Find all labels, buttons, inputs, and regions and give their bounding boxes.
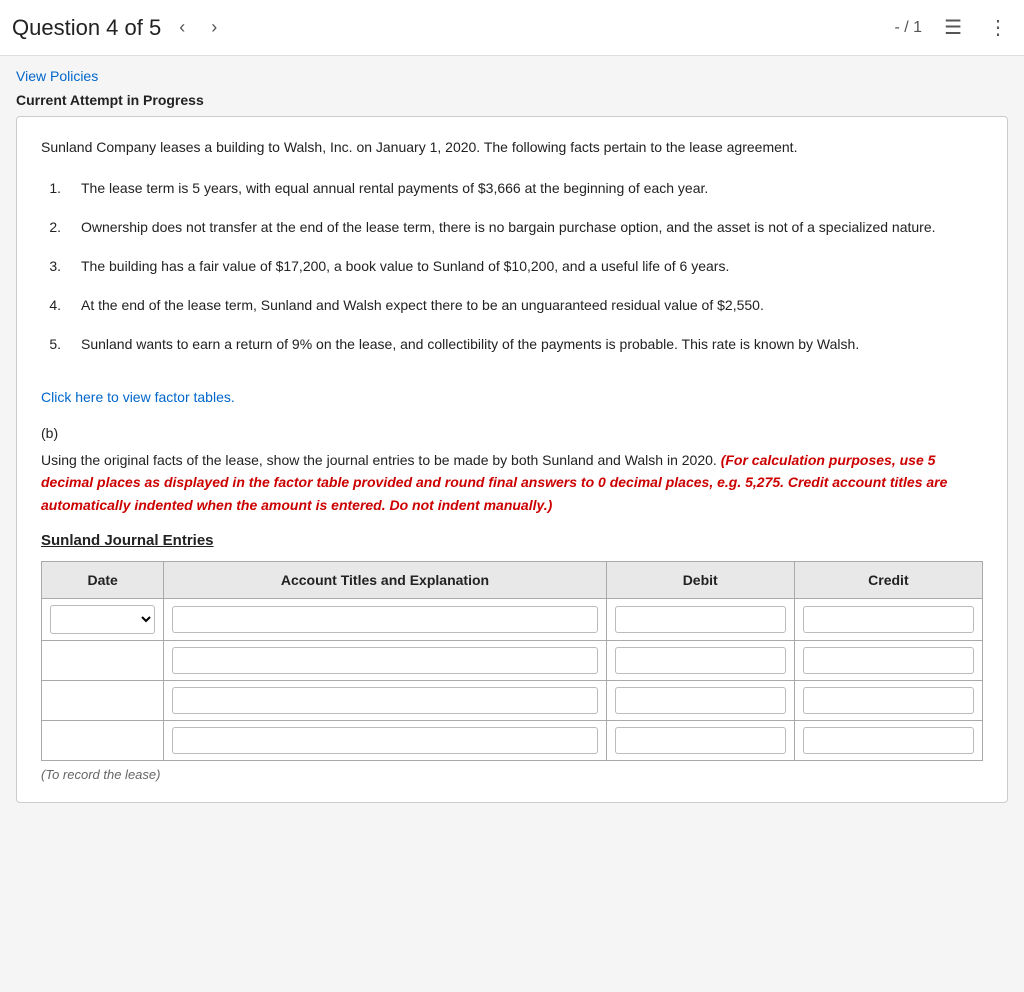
fact-num-2: 2. [41,217,61,238]
debit-cell-3 [606,681,794,721]
part-label: (b) [41,425,983,441]
table-header-row: Date Account Titles and Explanation Debi… [42,562,983,599]
col-header-credit: Credit [794,562,982,599]
journal-title: Sunland Journal Entries [41,532,983,549]
account-cell-2 [164,641,606,681]
header-right: - / 1 ☰ ⋮ [895,11,1013,44]
fact-text-4: At the end of the lease term, Sunland an… [81,295,983,316]
debit-input-4[interactable] [615,727,786,754]
more-options-button[interactable]: ⋮ [984,11,1012,44]
fact-text-3: The building has a fair value of $17,200… [81,256,983,277]
view-policies-link[interactable]: View Policies [16,68,98,84]
debit-cell-4 [606,721,794,761]
account-input-4[interactable] [172,727,597,754]
fact-num-1: 1. [41,178,61,199]
debit-cell-2 [606,641,794,681]
instruction-prefix: Using the original facts of the lease, s… [41,452,717,468]
fact-num-3: 3. [41,256,61,277]
list-icon: ☰ [944,17,962,39]
date-select-1[interactable]: Jan. 1 Dec. 31 [50,605,155,634]
debit-input-1[interactable] [615,606,786,633]
table-row [42,681,983,721]
journal-table: Date Account Titles and Explanation Debi… [41,561,983,761]
table-row [42,641,983,681]
credit-cell-4 [794,721,982,761]
table-row [42,721,983,761]
account-input-1[interactable] [172,606,597,633]
col-header-account: Account Titles and Explanation [164,562,606,599]
col-header-debit: Debit [606,562,794,599]
list-icon-button[interactable]: ☰ [940,11,966,44]
credit-input-3[interactable] [803,687,974,714]
list-item: 5. Sunland wants to earn a return of 9% … [41,334,983,355]
fact-num-5: 5. [41,334,61,355]
credit-input-1[interactable] [803,606,974,633]
debit-input-2[interactable] [615,647,786,674]
account-cell-4 [164,721,606,761]
more-icon: ⋮ [988,17,1008,39]
fact-text-1: The lease term is 5 years, with equal an… [81,178,983,199]
instruction-text: Using the original facts of the lease, s… [41,449,983,516]
question-intro: Sunland Company leases a building to Wal… [41,137,983,158]
credit-cell-2 [794,641,982,681]
list-item: 4. At the end of the lease term, Sunland… [41,295,983,316]
credit-input-2[interactable] [803,647,974,674]
date-cell-1: Jan. 1 Dec. 31 [42,599,164,641]
facts-list: 1. The lease term is 5 years, with equal… [41,178,983,355]
debit-cell-1 [606,599,794,641]
next-button[interactable]: › [203,13,225,42]
date-cell-3 [42,681,164,721]
debit-input-3[interactable] [615,687,786,714]
fact-num-4: 4. [41,295,61,316]
attempt-label: Current Attempt in Progress [16,92,1008,108]
account-input-3[interactable] [172,687,597,714]
credit-input-4[interactable] [803,727,974,754]
content-area: View Policies Current Attempt in Progres… [0,56,1024,815]
credit-cell-3 [794,681,982,721]
factor-tables-link[interactable]: Click here to view factor tables. [41,389,235,405]
fact-text-5: Sunland wants to earn a return of 9% on … [81,334,983,355]
header-left: Question 4 of 5 ‹ › [12,13,225,42]
list-item: 3. The building has a fair value of $17,… [41,256,983,277]
header: Question 4 of 5 ‹ › - / 1 ☰ ⋮ [0,0,1024,56]
bottom-note: (To record the lease) [41,767,983,782]
page-indicator: - / 1 [895,19,923,37]
question-title: Question 4 of 5 [12,15,161,41]
col-header-date: Date [42,562,164,599]
account-cell-3 [164,681,606,721]
list-item: 1. The lease term is 5 years, with equal… [41,178,983,199]
account-input-2[interactable] [172,647,597,674]
date-cell-4 [42,721,164,761]
question-card: Sunland Company leases a building to Wal… [16,116,1008,803]
table-row: Jan. 1 Dec. 31 [42,599,983,641]
fact-text-2: Ownership does not transfer at the end o… [81,217,983,238]
credit-cell-1 [794,599,982,641]
list-item: 2. Ownership does not transfer at the en… [41,217,983,238]
date-cell-2 [42,641,164,681]
account-cell-1 [164,599,606,641]
prev-button[interactable]: ‹ [171,13,193,42]
